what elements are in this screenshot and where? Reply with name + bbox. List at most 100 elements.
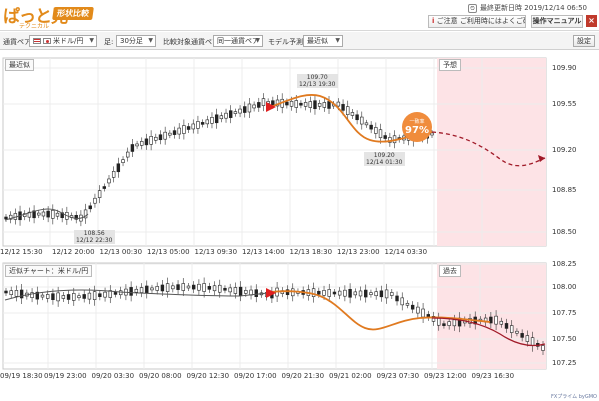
bottom-candle bbox=[87, 292, 92, 300]
top-x-label-3: 12/13 05:00 bbox=[147, 248, 190, 256]
chevron-down-icon: ▼ bbox=[148, 37, 153, 44]
top-chart: 最近似 予想 一致率 97% 108.56 12/12 22:30 109.70 1… bbox=[0, 54, 599, 260]
bottom-x-label-7: 09/21 02:00 bbox=[329, 372, 372, 380]
top-candle bbox=[149, 136, 153, 145]
top-candle bbox=[102, 186, 107, 189]
bottom-candle bbox=[447, 321, 451, 326]
bottom-candle bbox=[66, 294, 71, 300]
bottom-candle bbox=[244, 290, 248, 294]
bottom-candle bbox=[51, 293, 55, 301]
bottom-candle bbox=[541, 345, 545, 351]
pair-select[interactable]: 米ドル/円 ▼ bbox=[29, 35, 97, 47]
match-label: 一致率 bbox=[409, 119, 425, 125]
pair-value: 米ドル/円 bbox=[53, 37, 84, 45]
bottom-candle bbox=[510, 325, 514, 333]
caution-button[interactable]: i ご注意 ご利用時にはよくご確認ください bbox=[428, 15, 526, 28]
top-candle bbox=[121, 159, 125, 163]
bottom-candle bbox=[332, 291, 337, 295]
bottom-candle bbox=[437, 317, 441, 326]
past-tag: 過去 bbox=[439, 265, 461, 277]
top-candle bbox=[135, 143, 139, 147]
top-candle bbox=[51, 210, 55, 219]
bottom-y-label-3: 107.50 bbox=[552, 335, 577, 343]
top-candle bbox=[299, 102, 303, 106]
bottom-x-label-2: 09/20 03:30 bbox=[91, 372, 135, 380]
bottom-candle bbox=[92, 291, 97, 300]
clock-icon: ⏲ bbox=[468, 3, 478, 13]
top-candle bbox=[191, 123, 195, 130]
bottom-y-label-0: 108.25 bbox=[552, 260, 577, 268]
top-candle bbox=[243, 106, 247, 113]
top-candle bbox=[252, 104, 256, 109]
chevron-down-icon: ▼ bbox=[89, 37, 94, 44]
bottom-candle bbox=[395, 295, 399, 302]
bottom-x-label-8: 09/23 07:30 bbox=[376, 372, 420, 380]
bottom-chart-canvas bbox=[2, 262, 547, 370]
toolbar: 通貨ペア: 米ドル/円 ▼ 足: 30分足 ▼ 比較対象通貨ペア: 同一通貨ペア… bbox=[0, 32, 599, 50]
bottom-candle bbox=[113, 292, 118, 295]
top-candle bbox=[317, 103, 322, 107]
annot-low-price: 108.56 bbox=[83, 230, 105, 237]
top-x-label-5: 12/13 14:00 bbox=[242, 248, 285, 256]
chevron-down-icon: ▼ bbox=[335, 37, 340, 44]
top-candle bbox=[360, 116, 364, 125]
top-candle bbox=[238, 108, 242, 114]
top-candle bbox=[327, 101, 331, 109]
bottom-candle bbox=[186, 285, 191, 289]
compare-select[interactable]: 同一通貨ペア ▼ bbox=[213, 35, 263, 47]
bottom-y-label-4: 107.25 bbox=[552, 359, 577, 367]
top-candle bbox=[214, 114, 219, 124]
top-y-label-3: 108.85 bbox=[552, 186, 577, 194]
bottom-candle bbox=[238, 286, 243, 296]
bottom-candle bbox=[374, 291, 378, 297]
match-value: 97% bbox=[405, 125, 429, 136]
top-candle bbox=[172, 130, 177, 135]
model-select[interactable]: 最近似 ▼ bbox=[303, 35, 343, 47]
top-candle bbox=[144, 138, 149, 146]
bottom-candle bbox=[160, 284, 165, 292]
close-button[interactable]: × bbox=[586, 15, 597, 27]
bottom-candle bbox=[191, 284, 196, 290]
bottom-candle bbox=[181, 283, 185, 291]
annot-low2: 109.20 12/14 01:30 bbox=[364, 152, 405, 166]
settings-button[interactable]: 設定 bbox=[573, 35, 595, 47]
logo-badge: 形状比較 bbox=[52, 7, 94, 20]
bottom-x-label-9: 09/23 12:00 bbox=[424, 372, 467, 380]
bottom-chart-tag: 近似チャート：米ドル/円 bbox=[5, 265, 93, 277]
top-candle bbox=[346, 106, 350, 115]
bottom-candle bbox=[202, 283, 206, 292]
timeframe-value: 30分足 bbox=[120, 37, 143, 45]
top-y-label-2: 109.20 bbox=[552, 146, 577, 154]
us-flag-icon bbox=[33, 38, 41, 44]
bottom-candle bbox=[311, 288, 316, 297]
match-rate-badge: 一致率 97% bbox=[402, 112, 432, 142]
bottom-candle bbox=[364, 289, 368, 298]
bottom-x-label-0: 09/19 18:30 bbox=[0, 372, 43, 380]
bottom-candle bbox=[390, 292, 394, 296]
top-candle bbox=[41, 211, 46, 217]
model-value: 最近似 bbox=[307, 37, 328, 45]
updated-value: 2019/12/14 06:50 bbox=[524, 4, 587, 12]
manual-button[interactable]: 操作マニュアル bbox=[531, 15, 583, 28]
annot-low: 108.56 12/12 22:30 bbox=[74, 230, 115, 244]
bottom-candle bbox=[98, 293, 102, 298]
top-candle bbox=[308, 101, 312, 108]
bottom-x-label-10: 09/23 16:30 bbox=[471, 372, 515, 380]
annot-low-time: 12/12 22:30 bbox=[76, 237, 113, 244]
bottom-candle bbox=[369, 292, 373, 295]
top-candle bbox=[168, 132, 172, 136]
top-x-label-6: 12/13 18:30 bbox=[289, 248, 333, 256]
bottom-candle bbox=[207, 286, 212, 290]
top-candle bbox=[350, 112, 355, 116]
bottom-candle bbox=[410, 304, 415, 310]
timeframe-select[interactable]: 30分足 ▼ bbox=[116, 35, 156, 47]
top-candle bbox=[285, 101, 289, 106]
top-candle bbox=[336, 101, 341, 107]
bottom-candle bbox=[530, 337, 535, 346]
top-candle bbox=[154, 136, 158, 141]
bottom-candle bbox=[416, 306, 420, 314]
top-candle bbox=[271, 100, 275, 106]
bottom-candle bbox=[337, 290, 342, 296]
bottom-candle bbox=[494, 315, 498, 325]
bottom-candle bbox=[46, 294, 50, 299]
